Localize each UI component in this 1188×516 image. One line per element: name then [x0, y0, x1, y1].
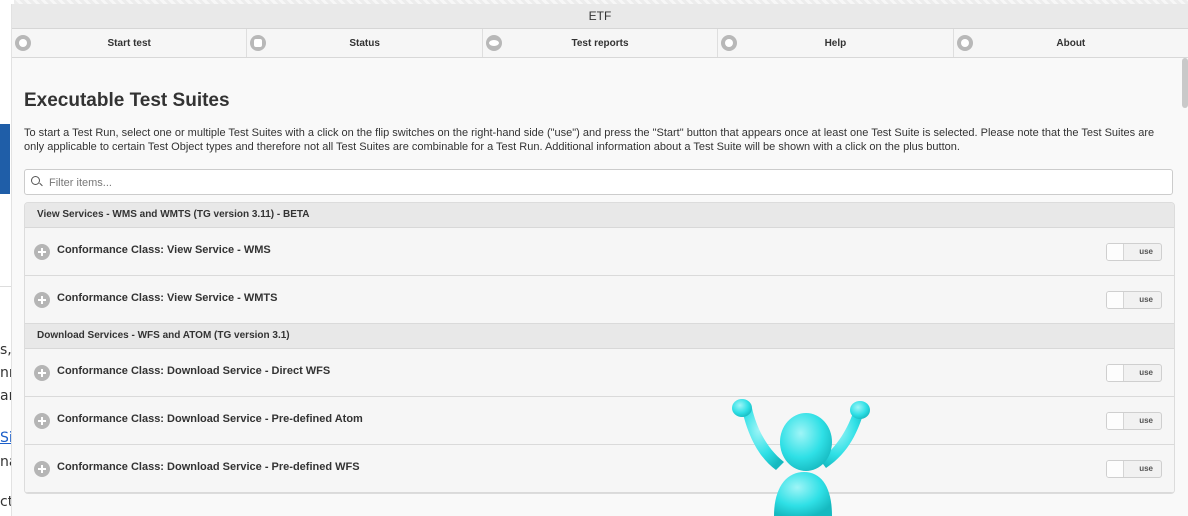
suite-row: Conformance Class: View Service - WMTS u…: [25, 276, 1174, 324]
switch-handle[interactable]: [1107, 413, 1124, 429]
use-flip-switch[interactable]: use: [1106, 243, 1162, 261]
suite-row: Conformance Class: Download Service - Pr…: [25, 445, 1174, 493]
nav-label: About: [1056, 37, 1086, 49]
nav-start-test[interactable]: Start test: [12, 29, 248, 57]
plus-icon[interactable]: [34, 413, 50, 429]
suite-row: Conformance Class: View Service - WMS us…: [25, 228, 1174, 276]
group-header: View Services - WMS and WMTS (TG version…: [25, 203, 1174, 228]
suite-name: Conformance Class: View Service - WMS: [57, 244, 271, 256]
suite-row: Conformance Class: Download Service - Pr…: [25, 397, 1174, 445]
switch-handle[interactable]: [1107, 461, 1124, 477]
page-title: Executable Test Suites: [24, 90, 230, 111]
background-text: s,: [0, 342, 12, 358]
use-flip-switch[interactable]: use: [1106, 412, 1162, 430]
nav-label: Status: [349, 37, 380, 49]
plus-icon[interactable]: [34, 244, 50, 260]
nav-help[interactable]: Help: [718, 29, 954, 57]
help-icon: [721, 35, 738, 51]
use-flip-switch[interactable]: use: [1106, 460, 1162, 478]
intro-text: To start a Test Run, select one or multi…: [24, 127, 1155, 153]
suite-name: Conformance Class: Download Service - Di…: [57, 365, 331, 377]
search-icon: [31, 176, 40, 185]
filter-input[interactable]: [47, 174, 1161, 192]
switch-label: use: [1139, 464, 1153, 473]
eye-icon: [485, 35, 502, 51]
scrollbar[interactable]: [1182, 58, 1188, 108]
switch-label: use: [1139, 295, 1153, 304]
switch-label: use: [1139, 247, 1153, 256]
plus-icon[interactable]: [34, 461, 50, 477]
app-title: ETF: [12, 4, 1188, 29]
test-suite-list: View Services - WMS and WMTS (TG version…: [24, 202, 1175, 494]
main-content: Executable Test Suites To start a Test R…: [12, 90, 1188, 494]
use-flip-switch[interactable]: use: [1106, 291, 1162, 309]
status-icon: [250, 35, 267, 51]
plus-icon[interactable]: [34, 292, 50, 308]
switch-handle[interactable]: [1107, 244, 1124, 260]
switch-handle[interactable]: [1107, 365, 1124, 381]
suite-name: Conformance Class: View Service - WMTS: [57, 292, 278, 304]
switch-label: use: [1139, 368, 1153, 377]
nav-label: Start test: [107, 37, 151, 49]
switch-label: use: [1139, 416, 1153, 425]
nav-label: Help: [824, 37, 847, 49]
celebrating-figure-illustration: [732, 399, 870, 516]
about-icon: [956, 35, 973, 51]
plus-icon[interactable]: [34, 365, 50, 381]
etf-app-window: ETF Start test Status Test reports Help …: [11, 4, 1188, 516]
main-navbar: Start test Status Test reports Help Abou…: [12, 29, 1188, 58]
nav-test-reports[interactable]: Test reports: [483, 29, 719, 57]
background-banner: [0, 124, 10, 194]
suite-row: Conformance Class: Download Service - Di…: [25, 349, 1174, 397]
nav-status[interactable]: Status: [247, 29, 483, 57]
suite-name: Conformance Class: Download Service - Pr…: [57, 413, 363, 425]
switch-handle[interactable]: [1107, 292, 1124, 308]
start-test-icon: [15, 35, 31, 51]
nav-label: Test reports: [571, 37, 629, 49]
use-flip-switch[interactable]: use: [1106, 364, 1162, 382]
suite-name: Conformance Class: Download Service - Pr…: [57, 461, 360, 473]
group-header: Download Services - WFS and ATOM (TG ver…: [25, 324, 1174, 349]
nav-about[interactable]: About: [954, 29, 1188, 57]
filter-box: [24, 169, 1173, 195]
